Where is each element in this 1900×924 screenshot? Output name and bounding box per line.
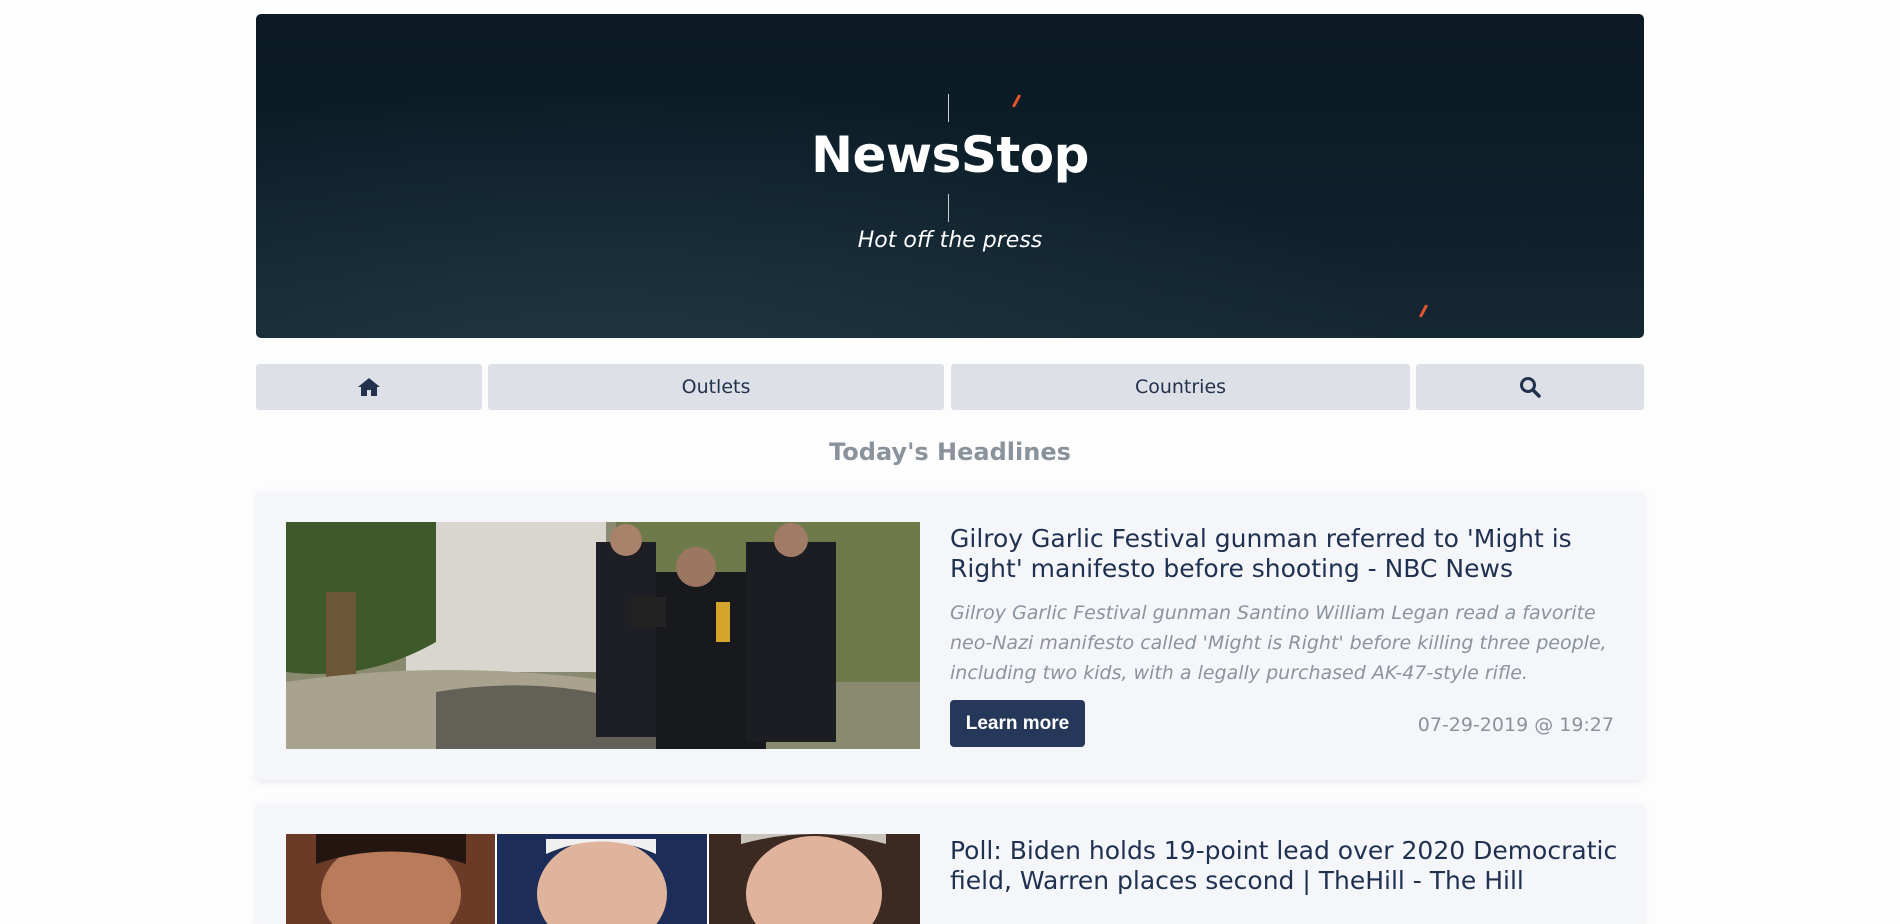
hero-banner: NewsStop Hot off the press (256, 14, 1644, 338)
nav-outlets-button[interactable]: Outlets (488, 364, 944, 410)
nav-home-button[interactable] (256, 364, 482, 410)
article-description: Gilroy Garlic Festival gunman Santino Wi… (950, 602, 1607, 684)
article-title[interactable]: Gilroy Garlic Festival gunman referred t… (950, 524, 1620, 584)
site-tagline: Hot off the press (857, 228, 1043, 253)
ember-streak (1011, 94, 1022, 108)
article-title[interactable]: Poll: Biden holds 19-point lead over 202… (950, 836, 1620, 896)
article-date: 07-29-2019 @ 19:27 (1417, 714, 1614, 736)
site-title: NewsStop (811, 126, 1089, 184)
page-container: NewsStop Hot off the press Outlets Count… (256, 14, 1644, 924)
home-icon (358, 378, 380, 396)
learn-more-button[interactable]: Learn more (950, 700, 1085, 747)
article-image[interactable] (286, 834, 920, 924)
article-card: Gilroy Garlic Festival gunman referred t… (256, 492, 1644, 780)
nav-search-button[interactable] (1416, 364, 1644, 410)
title-divider (948, 194, 949, 222)
main-nav: Outlets Countries (256, 364, 1644, 410)
article-card: Poll: Biden holds 19-point lead over 202… (256, 804, 1644, 924)
ember-streak (1418, 304, 1429, 318)
search-icon (1520, 377, 1541, 398)
title-divider (948, 94, 949, 122)
nav-countries-button[interactable]: Countries (951, 364, 1410, 410)
section-heading: Today's Headlines (829, 438, 1071, 466)
article-image[interactable] (286, 522, 920, 749)
